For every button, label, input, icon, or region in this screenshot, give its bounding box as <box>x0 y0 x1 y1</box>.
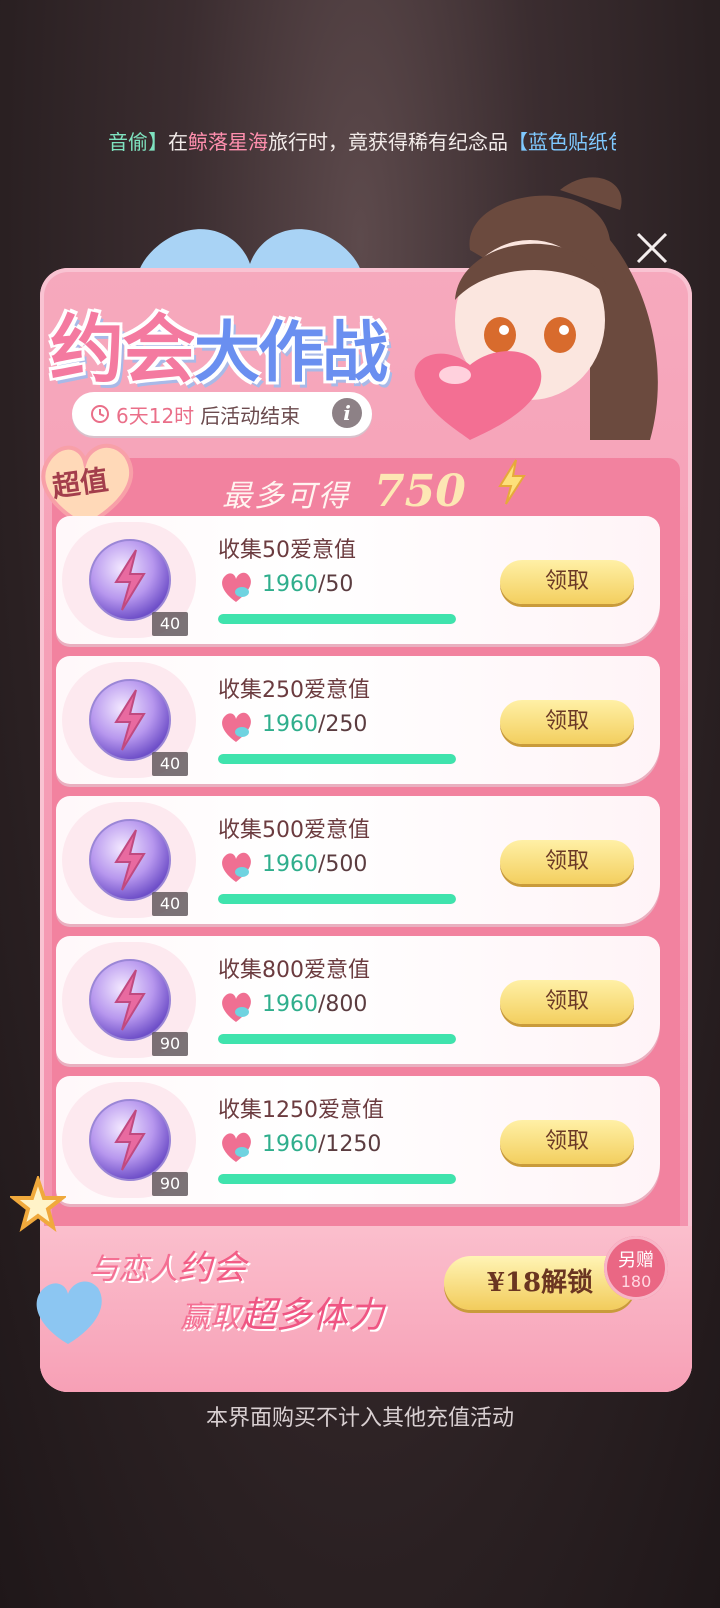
affection-heart-icon <box>222 712 251 742</box>
task-progress-bar <box>218 754 456 764</box>
progress-current: 1960 <box>262 852 318 877</box>
bonus-label: 另赠 <box>618 1250 654 1271</box>
max-reward-line: 最多可得 750 <box>222 458 530 517</box>
energy-orb-icon <box>89 1099 171 1181</box>
ticker-user: 音偷】 <box>108 130 168 154</box>
banner-slogan-line1: 与恋人约会 <box>88 1240 246 1289</box>
slogan2-text: 赢取 <box>180 1300 240 1335</box>
event-title: 约会大作战 <box>50 290 388 397</box>
claim-button[interactable]: 领取 <box>500 840 634 884</box>
task-progress-text: 1960/800 <box>262 992 367 1017</box>
task-progress-text: 1960/50 <box>262 572 353 597</box>
bonus-badge: 另赠 180 <box>604 1236 668 1300</box>
affection-heart-icon <box>222 572 251 602</box>
task-title: 收集250爱意值 <box>218 678 370 703</box>
event-timer: 6天12时 后活动结束 i <box>72 392 372 436</box>
task-title: 收集1250爱意值 <box>218 1098 384 1123</box>
reward-quantity: 90 <box>152 1032 188 1056</box>
banner-slogan-line2: 赢取超多体力 <box>180 1286 384 1338</box>
energy-orb-icon <box>89 539 171 621</box>
slogan1-emphasis: 约会 <box>178 1248 246 1288</box>
slogan1-text: 与恋人 <box>88 1252 178 1287</box>
claim-button[interactable]: 领取 <box>500 1120 634 1164</box>
progress-current: 1960 <box>262 1132 318 1157</box>
slogan2-emphasis: 超多体力 <box>240 1295 385 1336</box>
task-progress-fill <box>218 1034 456 1044</box>
claim-button[interactable]: 领取 <box>500 980 634 1024</box>
news-ticker: 音偷】在鲸落星海旅行时，竟获得稀有纪念品【蓝色贴纸包 <box>108 122 616 162</box>
reward-quantity: 90 <box>152 1172 188 1196</box>
task-progress-text: 1960/250 <box>262 712 367 737</box>
task-progress-fill <box>218 894 456 904</box>
progress-current: 1960 <box>262 712 318 737</box>
task-card: 40 收集250爱意值 1960/250 领取 <box>56 656 660 784</box>
task-card: 90 收集1250爱意值 1960/1250 领取 <box>56 1076 660 1204</box>
energy-orb-icon <box>89 959 171 1041</box>
purchase-disclaimer: 本界面购买不计入其他充值活动 <box>205 1406 514 1431</box>
energy-orb-icon <box>89 679 171 761</box>
task-title: 收集800爱意值 <box>218 958 370 983</box>
progress-current: 1960 <box>262 572 318 597</box>
task-card: 90 收集800爱意值 1960/800 领取 <box>56 936 660 1064</box>
task-card: 40 收集50爱意值 1960/50 领取 <box>56 516 660 644</box>
max-reward-label: 最多可得 <box>222 479 350 514</box>
reward-quantity: 40 <box>152 752 188 776</box>
ticker-text-2: 旅行时，竟获得稀有纪念品 <box>268 130 508 154</box>
lightning-icon <box>498 459 526 505</box>
max-reward-value: 750 <box>374 466 466 517</box>
progress-current: 1960 <box>262 992 318 1017</box>
affection-heart-icon <box>222 1132 251 1162</box>
affection-heart-icon <box>222 992 251 1022</box>
affection-heart-icon <box>222 852 251 882</box>
task-title: 收集500爱意值 <box>218 818 370 843</box>
task-progress-text: 1960/1250 <box>262 1132 381 1157</box>
value-badge-label: 超值 <box>50 463 111 504</box>
task-title: 收集50爱意值 <box>218 538 356 563</box>
ticker-item: 【蓝色贴纸包 <box>508 130 616 154</box>
event-title-part2: 大作战 <box>194 314 388 391</box>
task-progress-fill <box>218 1174 456 1184</box>
character-illustration <box>414 177 658 440</box>
progress-target: /500 <box>318 852 368 877</box>
timer-value: 6天12时 <box>116 403 195 428</box>
task-progress-fill <box>218 614 456 624</box>
task-progress-fill <box>218 754 456 764</box>
reward-quantity: 40 <box>152 892 188 916</box>
star-icon <box>10 1176 66 1232</box>
clock-icon <box>91 405 109 423</box>
task-progress-bar <box>218 1174 456 1184</box>
progress-target: /1250 <box>318 1132 382 1157</box>
task-progress-bar <box>218 1034 456 1044</box>
task-progress-text: 1960/500 <box>262 852 367 877</box>
energy-orb-icon <box>89 819 171 901</box>
bonus-value: 180 <box>620 1272 652 1291</box>
task-progress-bar <box>218 614 456 624</box>
ticker-text-1: 在 <box>168 130 188 154</box>
progress-target: /50 <box>318 572 354 597</box>
progress-target: /250 <box>318 712 368 737</box>
claim-button[interactable]: 领取 <box>500 560 634 604</box>
task-card: 40 收集500爱意值 1960/500 领取 <box>56 796 660 924</box>
event-title-part1: 约会 <box>50 307 196 393</box>
progress-target: /800 <box>318 992 368 1017</box>
info-icon[interactable]: i <box>332 398 362 428</box>
reward-quantity: 40 <box>152 612 188 636</box>
task-progress-bar <box>218 894 456 904</box>
timer-suffix: 后活动结束 <box>200 403 301 428</box>
claim-button[interactable]: 领取 <box>500 700 634 744</box>
ticker-place: 鲸落星海 <box>188 130 268 154</box>
